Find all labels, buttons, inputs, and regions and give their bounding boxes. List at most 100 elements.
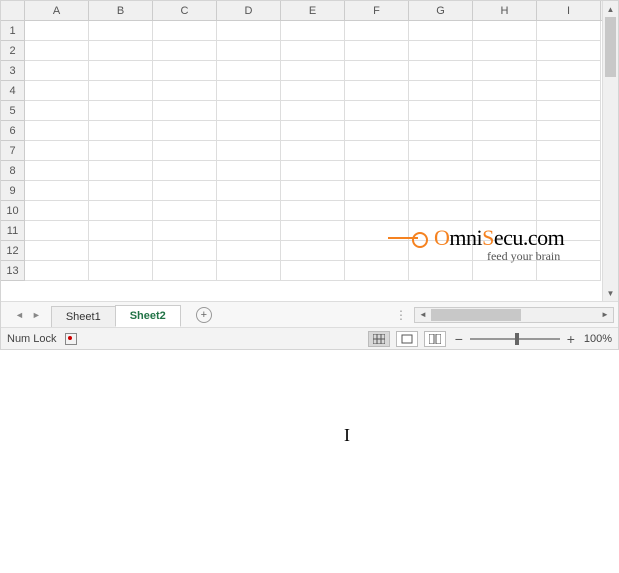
cell[interactable] <box>281 261 345 281</box>
column-header[interactable]: H <box>473 1 537 20</box>
row-header[interactable]: 13 <box>1 261 25 281</box>
new-sheet-button[interactable]: + <box>192 303 216 327</box>
cell[interactable] <box>217 81 281 101</box>
cell[interactable] <box>409 121 473 141</box>
zoom-level[interactable]: 100% <box>584 333 612 345</box>
cell[interactable] <box>537 61 601 81</box>
row-header[interactable]: 11 <box>1 221 25 241</box>
cell[interactable] <box>345 61 409 81</box>
cell[interactable] <box>281 21 345 41</box>
cell[interactable] <box>153 141 217 161</box>
cell[interactable] <box>537 261 601 281</box>
cell[interactable] <box>345 161 409 181</box>
row-header[interactable]: 12 <box>1 241 25 261</box>
cell[interactable] <box>153 21 217 41</box>
tab-prev-icon[interactable]: ◄ <box>13 310 26 320</box>
cell[interactable] <box>89 61 153 81</box>
cell[interactable] <box>217 21 281 41</box>
select-all-corner[interactable] <box>1 1 25 20</box>
row-header[interactable]: 3 <box>1 61 25 81</box>
cell[interactable] <box>473 161 537 181</box>
column-header[interactable]: F <box>345 1 409 20</box>
cell[interactable] <box>473 221 537 241</box>
cell[interactable] <box>217 201 281 221</box>
row-header[interactable]: 5 <box>1 101 25 121</box>
cell[interactable] <box>473 261 537 281</box>
cell[interactable] <box>153 181 217 201</box>
cell[interactable] <box>217 261 281 281</box>
cell[interactable] <box>473 61 537 81</box>
cell[interactable] <box>473 21 537 41</box>
cell[interactable] <box>281 41 345 61</box>
cell[interactable] <box>217 161 281 181</box>
zoom-track[interactable] <box>470 338 560 340</box>
cell[interactable] <box>89 41 153 61</box>
cell[interactable] <box>89 21 153 41</box>
row-header[interactable]: 7 <box>1 141 25 161</box>
cell[interactable] <box>217 141 281 161</box>
cell[interactable] <box>217 121 281 141</box>
cell[interactable] <box>409 21 473 41</box>
cell[interactable] <box>25 161 89 181</box>
cell[interactable] <box>153 261 217 281</box>
cell[interactable] <box>281 201 345 221</box>
column-header[interactable]: C <box>153 1 217 20</box>
cell[interactable] <box>345 21 409 41</box>
cell[interactable] <box>153 61 217 81</box>
cell[interactable] <box>153 101 217 121</box>
horizontal-scrollbar[interactable]: ◄ ► <box>414 307 614 323</box>
tab-split-handle[interactable]: ⋮ <box>391 308 412 322</box>
cell[interactable] <box>537 201 601 221</box>
cell[interactable] <box>89 201 153 221</box>
cell[interactable] <box>537 241 601 261</box>
cell[interactable] <box>409 101 473 121</box>
cell[interactable] <box>345 121 409 141</box>
cell[interactable] <box>473 201 537 221</box>
column-header[interactable]: B <box>89 1 153 20</box>
cell[interactable] <box>473 181 537 201</box>
cell[interactable] <box>537 221 601 241</box>
cell[interactable] <box>89 261 153 281</box>
cell[interactable] <box>217 181 281 201</box>
cell[interactable] <box>89 181 153 201</box>
normal-view-button[interactable] <box>368 331 390 347</box>
cell[interactable] <box>281 161 345 181</box>
cell[interactable] <box>153 201 217 221</box>
cell[interactable] <box>409 61 473 81</box>
cell[interactable] <box>537 101 601 121</box>
cell[interactable] <box>25 241 89 261</box>
zoom-knob[interactable] <box>515 333 519 345</box>
scroll-right-arrow[interactable]: ► <box>597 310 613 319</box>
cell[interactable] <box>281 241 345 261</box>
cell[interactable] <box>89 121 153 141</box>
tab-next-icon[interactable]: ► <box>30 310 43 320</box>
cell[interactable] <box>217 101 281 121</box>
row-header[interactable]: 10 <box>1 201 25 221</box>
cell[interactable] <box>153 221 217 241</box>
column-header[interactable]: D <box>217 1 281 20</box>
cell[interactable] <box>25 21 89 41</box>
cell[interactable] <box>473 141 537 161</box>
cell[interactable] <box>281 141 345 161</box>
scroll-up-arrow[interactable]: ▲ <box>603 1 618 17</box>
cell[interactable] <box>217 241 281 261</box>
cell[interactable] <box>281 181 345 201</box>
column-header[interactable]: I <box>537 1 601 20</box>
zoom-out-button[interactable]: − <box>452 331 466 347</box>
scroll-left-arrow[interactable]: ◄ <box>415 310 431 319</box>
row-header[interactable]: 9 <box>1 181 25 201</box>
cell[interactable] <box>25 61 89 81</box>
cell[interactable] <box>345 241 409 261</box>
hscroll-thumb[interactable] <box>431 309 521 321</box>
cell[interactable] <box>89 221 153 241</box>
cell[interactable] <box>281 221 345 241</box>
cell[interactable] <box>25 81 89 101</box>
cell[interactable] <box>473 241 537 261</box>
tab-nav-arrows[interactable]: ◄ ► <box>5 310 51 320</box>
cell[interactable] <box>537 81 601 101</box>
cell[interactable] <box>409 201 473 221</box>
cell[interactable] <box>281 101 345 121</box>
cell[interactable] <box>153 81 217 101</box>
cell[interactable] <box>89 81 153 101</box>
cell[interactable] <box>25 41 89 61</box>
